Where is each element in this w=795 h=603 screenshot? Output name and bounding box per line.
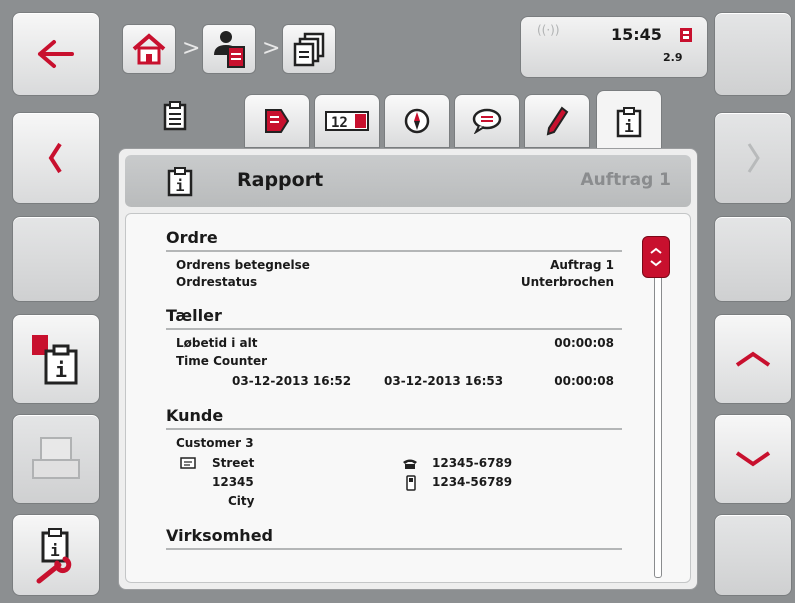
page-subtitle: Auftrag 1 bbox=[580, 170, 671, 190]
empty-right-slot-2 bbox=[714, 216, 792, 302]
customer-street: Street bbox=[212, 456, 255, 470]
phone-icon bbox=[403, 459, 417, 469]
home-icon bbox=[132, 33, 166, 65]
empty-right-slot-1 bbox=[714, 12, 792, 96]
customer-city: City bbox=[228, 494, 255, 508]
counter-value: 00:00:08 bbox=[554, 374, 614, 388]
report-info-icon: i bbox=[167, 167, 193, 197]
scrollbar-thumb[interactable] bbox=[642, 236, 670, 278]
tab-order[interactable] bbox=[244, 94, 310, 148]
time-counter-label: Time Counter bbox=[176, 354, 268, 368]
svg-text:i: i bbox=[624, 117, 634, 136]
svg-text:i: i bbox=[175, 177, 184, 195]
tab-clipboard[interactable] bbox=[160, 96, 190, 136]
report-panel: i Rapport Auftrag 1 Ordre Ordrens betegn… bbox=[118, 148, 698, 590]
breadcrumb-separator: > bbox=[262, 36, 281, 61]
print-button bbox=[12, 414, 100, 504]
section-divider bbox=[166, 250, 622, 252]
section-heading-virksomhed: Virksomhed bbox=[166, 526, 273, 545]
mobile-phone-icon bbox=[406, 475, 416, 491]
task-breadcrumb[interactable] bbox=[202, 24, 256, 74]
section-heading-kunde: Kunde bbox=[166, 406, 224, 425]
section-divider bbox=[166, 548, 622, 550]
order-tag-icon bbox=[265, 109, 290, 133]
scroll-up-button[interactable] bbox=[714, 314, 792, 404]
empty-right-slot-3 bbox=[714, 514, 792, 596]
prev-button[interactable] bbox=[12, 112, 100, 204]
svg-text:i: i bbox=[50, 541, 60, 560]
next-button bbox=[714, 112, 792, 204]
orders-breadcrumb[interactable] bbox=[282, 24, 336, 74]
section-heading-ordre: Ordre bbox=[166, 228, 218, 247]
drag-handle-icon bbox=[650, 247, 662, 267]
chevron-down-icon bbox=[735, 451, 771, 467]
customer-mobile: 1234-56789 bbox=[432, 475, 513, 489]
report-info-icon: i bbox=[32, 335, 78, 385]
tab-counters[interactable]: 12 bbox=[314, 94, 380, 148]
report-settings-icon: i bbox=[36, 528, 72, 584]
arrow-left-icon bbox=[38, 40, 74, 68]
order-name-value: Auftrag 1 bbox=[550, 258, 614, 272]
status-panel: ((·)) 15:45 2.9 bbox=[520, 16, 708, 78]
empty-left-slot bbox=[12, 216, 100, 302]
order-status-label: Ordrestatus bbox=[176, 275, 258, 289]
home-breadcrumb[interactable] bbox=[122, 24, 176, 74]
section-divider bbox=[166, 428, 622, 430]
svg-text:i: i bbox=[55, 358, 67, 382]
chevron-left-icon bbox=[48, 142, 62, 174]
documents-icon bbox=[293, 32, 325, 67]
customer-phone: 12345-6789 bbox=[432, 456, 513, 470]
section-divider bbox=[166, 328, 622, 330]
customer-name: Customer 3 bbox=[176, 436, 254, 450]
compass-icon bbox=[404, 108, 430, 134]
report-button[interactable]: i bbox=[12, 314, 100, 404]
breadcrumb: > > ((·)) 15:45 2.9 bbox=[110, 10, 710, 88]
counter-digits-icon: 12 bbox=[325, 111, 369, 131]
version-label: 2.9 bbox=[663, 51, 683, 64]
tab-notes[interactable] bbox=[454, 94, 520, 148]
panel-header: i Rapport Auftrag 1 bbox=[125, 155, 691, 207]
order-name-label: Ordrens betegnelse bbox=[176, 258, 310, 272]
signal-icon: ((·)) bbox=[537, 23, 560, 37]
tab-report[interactable]: i bbox=[596, 90, 662, 152]
scroll-down-button[interactable] bbox=[714, 414, 792, 504]
farmer-task-icon bbox=[214, 31, 245, 68]
pencil-icon bbox=[546, 106, 569, 136]
chevron-right-icon bbox=[747, 143, 760, 173]
chevron-up-icon bbox=[735, 351, 771, 367]
page-title: Rapport bbox=[237, 169, 324, 191]
speech-bubble-icon bbox=[472, 108, 502, 134]
tab-navigation[interactable] bbox=[384, 94, 450, 148]
report-content: Ordre Ordrens betegnelse Auftrag 1 Ordre… bbox=[125, 213, 691, 583]
runtime-label: Løbetid i alt bbox=[176, 336, 258, 350]
svg-text:12: 12 bbox=[331, 115, 348, 131]
section-heading-taeller: Tæller bbox=[166, 306, 222, 325]
tab-edit[interactable] bbox=[524, 94, 590, 148]
customer-zip: 12345 bbox=[212, 475, 254, 489]
tab-bar: 12 i bbox=[112, 90, 710, 152]
scrollbar-track[interactable] bbox=[654, 270, 662, 578]
counter-start: 03-12-2013 16:52 bbox=[232, 374, 352, 388]
printer-icon bbox=[32, 437, 80, 479]
clipboard-icon bbox=[163, 101, 187, 131]
counter-end: 03-12-2013 16:53 bbox=[384, 374, 504, 388]
report-info-icon: i bbox=[616, 106, 642, 137]
back-button[interactable] bbox=[12, 12, 100, 96]
breadcrumb-separator: > bbox=[182, 36, 201, 61]
memory-card-icon bbox=[680, 28, 692, 42]
report-settings-button[interactable]: i bbox=[12, 514, 100, 596]
address-card-icon bbox=[180, 457, 196, 469]
runtime-value: 00:00:08 bbox=[554, 336, 614, 350]
order-status-value: Unterbrochen bbox=[520, 275, 614, 289]
clock: 15:45 bbox=[611, 25, 662, 44]
